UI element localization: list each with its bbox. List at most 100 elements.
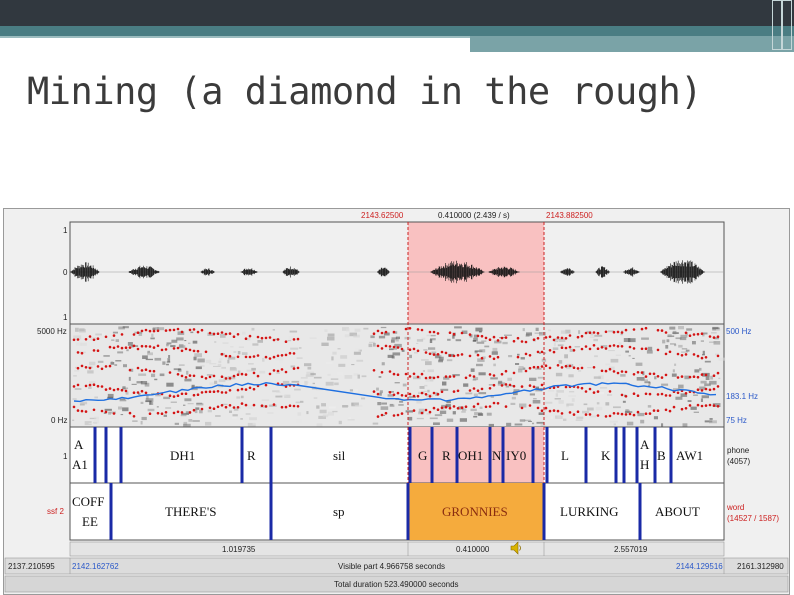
spectrogram-patch [505,385,510,388]
formant-point [476,353,480,357]
phone-iy0[interactable]: IY0 [506,448,526,464]
formant-point [620,412,624,416]
formant-point [96,384,100,388]
formant-point [256,335,260,339]
formant-point [624,395,628,398]
formant-point [592,366,596,369]
formant-point [212,407,216,411]
formant-point [468,354,472,358]
formant-point [180,392,184,396]
formant-point [264,405,268,408]
spectrogram-patch [624,411,633,413]
waveform-burst [377,267,390,277]
phone-a1[interactable]: A1 [72,457,88,473]
spectrogram-patch [478,372,486,376]
formant-point [88,335,92,338]
word-gronnies[interactable]: GRONNIES [442,504,508,520]
phone-boundary [269,427,273,483]
formant-point [244,355,248,359]
phone-h[interactable]: H [640,457,649,473]
formant-point [296,366,300,370]
word-lurking[interactable]: LURKING [560,504,619,520]
spectrogram-patch [220,333,226,338]
phone-r[interactable]: R [247,448,256,464]
spectrogram-patch [249,417,257,421]
spectrogram-patch [354,348,361,352]
formant-point [136,391,140,394]
formant-point [520,385,524,388]
formant-point [392,393,396,397]
formant-point [152,369,156,373]
spectrogram-patch [424,384,428,387]
formant-point [380,347,384,350]
spectrogram-patch [672,369,675,373]
formant-point [560,336,564,340]
spectrogram-patch [370,335,375,339]
phone-r2[interactable]: R [442,448,451,464]
spectrogram-patch [665,345,669,349]
spectrogram-patch [524,419,531,422]
spectrogram-patch [222,342,229,344]
speaker-icon[interactable] [510,541,522,555]
spectrogram-patch [446,359,453,362]
spectrogram-patch [422,370,425,372]
phone-sil[interactable]: sil [333,448,345,464]
formant-point [516,336,520,340]
spectrogram-patch [321,403,326,407]
spectrogram-patch [379,392,382,396]
spectrogram-patch [553,342,556,347]
spectrogram-patch [199,409,203,414]
formant-point [436,332,440,335]
formant-point [72,338,76,342]
spectrogram-patch [184,378,192,382]
spectrogram-patch [569,391,575,393]
spectrogram-patch [227,359,230,364]
phone-g[interactable]: G [418,448,427,464]
spectrogram-patch [194,353,202,358]
phone-l[interactable]: L [561,448,569,464]
formant-point [580,347,584,351]
word-ee[interactable]: EE [82,514,98,530]
phone-oh1[interactable]: OH1 [458,448,483,464]
formant-point [132,344,136,348]
spectrogram-patch [653,416,658,420]
phone-aw1[interactable]: AW1 [676,448,703,464]
spectrogram-patch [661,423,664,427]
spectrogram-patch [76,342,82,346]
phone-a[interactable]: A [74,437,83,453]
spectrogram-patch [678,326,684,330]
formant-point [464,376,468,380]
spectrogram-patch [693,394,698,396]
word-theres[interactable]: THERE'S [165,504,216,520]
phone-tier[interactable] [69,426,725,484]
word-coff[interactable]: COFF [72,494,105,510]
spectrogram-patch [355,404,363,407]
formant-point [188,374,192,377]
spectrogram-patch [538,352,541,354]
formant-point [584,331,588,335]
phone-n[interactable]: N [492,448,501,464]
formant-point [208,406,212,410]
formant-point [228,332,232,335]
spectrogram-patch [641,337,649,340]
formant-point [248,355,252,359]
formant-point [224,405,228,409]
word-sp[interactable]: sp [333,504,345,520]
formant-point [656,348,660,352]
spectrogram-freq-top: 5000 Hz [37,327,67,336]
formant-point [632,328,636,331]
formant-point [248,334,252,338]
spectrogram-patch [241,352,248,355]
formant-point [716,335,720,339]
formant-point [220,391,224,394]
phone-k[interactable]: K [601,448,610,464]
spectrogram-patch [452,411,456,415]
word-about[interactable]: ABOUT [655,504,700,520]
phone-ah[interactable]: A [640,437,649,453]
spectrogram-patch [372,422,379,425]
phone-dh1[interactable]: DH1 [170,448,195,464]
formant-point [176,327,180,331]
spectrogram-patch [200,365,205,367]
formant-point [592,344,596,347]
phone-b[interactable]: B [657,448,666,464]
